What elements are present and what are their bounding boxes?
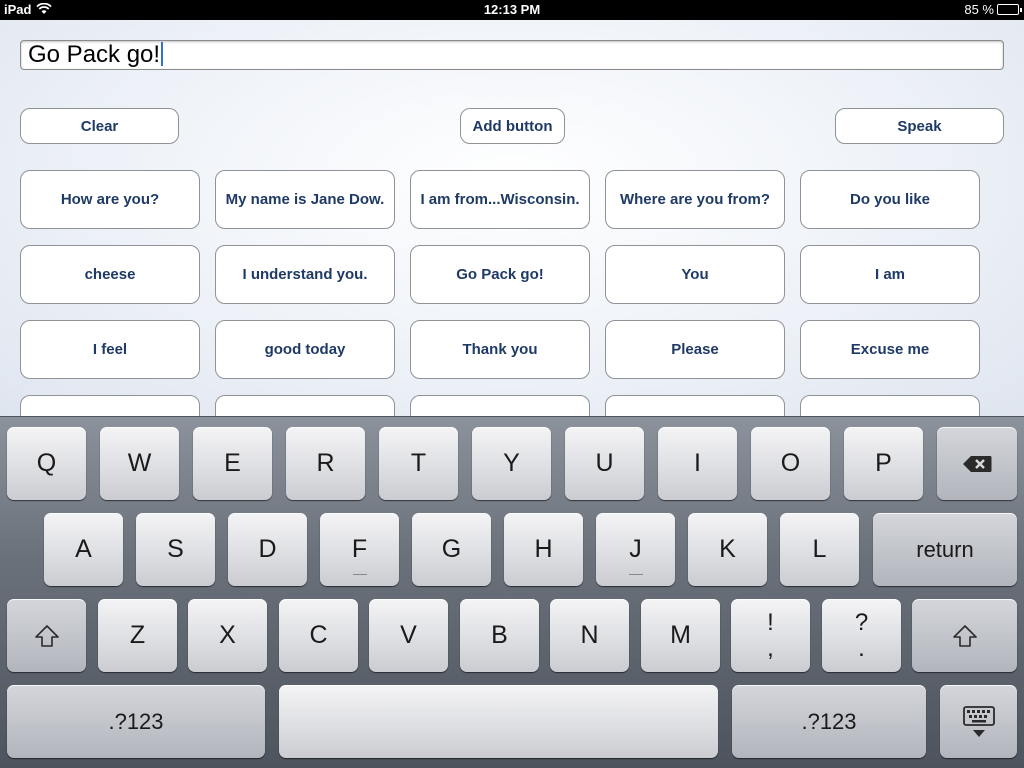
key-w[interactable]: W xyxy=(100,427,179,500)
punct-bottom-label: . xyxy=(858,634,865,662)
key-e[interactable]: E xyxy=(193,427,272,500)
speech-text-field[interactable]: Go Pack go! xyxy=(20,40,1004,70)
home-row-marker xyxy=(628,574,643,575)
key-c[interactable]: C xyxy=(279,599,358,672)
key-o[interactable]: O xyxy=(751,427,830,500)
numbers-key-right[interactable]: .?123 xyxy=(732,685,926,758)
key-z[interactable]: Z xyxy=(98,599,177,672)
punct-bottom-label: , xyxy=(767,634,774,662)
key-x[interactable]: X xyxy=(188,599,267,672)
phrase-button[interactable]: Go Pack go! xyxy=(410,245,590,304)
phrase-button-partial[interactable] xyxy=(410,395,590,417)
phrase-button-partial[interactable] xyxy=(605,395,785,417)
key-g[interactable]: G xyxy=(412,513,491,586)
onscreen-keyboard: Q W E R T Y U I O P A S D F G H J K L re… xyxy=(0,416,1024,768)
phrase-button[interactable]: I understand you. xyxy=(215,245,395,304)
key-t[interactable]: T xyxy=(379,427,458,500)
clear-button[interactable]: Clear xyxy=(20,108,179,144)
phrase-button[interactable]: How are you? xyxy=(20,170,200,229)
add-button-button[interactable]: Add button xyxy=(460,108,565,144)
space-bar[interactable] xyxy=(279,685,718,758)
shift-key-right[interactable] xyxy=(912,599,1017,672)
phrase-button[interactable]: Excuse me xyxy=(800,320,980,379)
backspace-icon xyxy=(962,455,992,473)
key-f-label: F xyxy=(351,535,368,563)
phrase-button-partial[interactable] xyxy=(215,395,395,417)
punct-top-label: ? xyxy=(854,608,869,636)
phrase-button[interactable]: Do you like xyxy=(800,170,980,229)
key-n[interactable]: N xyxy=(550,599,629,672)
key-d[interactable]: D xyxy=(228,513,307,586)
punct-top-label: ! xyxy=(767,608,774,636)
clock: 12:13 PM xyxy=(483,2,541,17)
key-l[interactable]: L xyxy=(780,513,859,586)
phrase-button[interactable]: cheese xyxy=(20,245,200,304)
phrase-button[interactable]: good today xyxy=(215,320,395,379)
phrase-button-partial[interactable] xyxy=(20,395,200,417)
key-i[interactable]: I xyxy=(658,427,737,500)
phrase-button[interactable]: Thank you xyxy=(410,320,590,379)
speak-button[interactable]: Speak xyxy=(835,108,1004,144)
text-caret xyxy=(161,42,164,66)
battery-icon xyxy=(997,4,1022,15)
backspace-key[interactable] xyxy=(937,427,1017,500)
battery-percent: 85 % xyxy=(964,2,994,17)
punct-key-label: ? . xyxy=(854,608,869,662)
key-k[interactable]: K xyxy=(688,513,767,586)
key-j[interactable]: J xyxy=(596,513,675,586)
phrase-button[interactable]: I am xyxy=(800,245,980,304)
phrase-button[interactable]: I feel xyxy=(20,320,200,379)
return-key[interactable]: return xyxy=(873,513,1017,586)
key-exclamation-comma[interactable]: ! , xyxy=(731,599,810,672)
key-question-period[interactable]: ? . xyxy=(822,599,901,672)
key-b[interactable]: B xyxy=(460,599,539,672)
phrase-button[interactable]: Where are you from? xyxy=(605,170,785,229)
key-j-label: J xyxy=(629,535,642,563)
key-r[interactable]: R xyxy=(286,427,365,500)
key-y[interactable]: Y xyxy=(472,427,551,500)
hide-keyboard-key[interactable] xyxy=(940,685,1017,758)
punct-key-label: ! , xyxy=(767,608,774,662)
shift-icon xyxy=(952,624,978,648)
text-field-value: Go Pack go! xyxy=(28,41,161,68)
keyboard-hide-icon xyxy=(962,705,996,739)
home-row-marker xyxy=(352,574,367,575)
key-s[interactable]: S xyxy=(136,513,215,586)
key-h[interactable]: H xyxy=(504,513,583,586)
key-f[interactable]: F xyxy=(320,513,399,586)
phrase-button[interactable]: My name is Jane Dow. xyxy=(215,170,395,229)
key-p[interactable]: P xyxy=(844,427,923,500)
phrase-button[interactable]: You xyxy=(605,245,785,304)
key-a[interactable]: A xyxy=(44,513,123,586)
phrase-button-partial[interactable] xyxy=(800,395,980,417)
key-v[interactable]: V xyxy=(369,599,448,672)
key-u[interactable]: U xyxy=(565,427,644,500)
app-content: Go Pack go! Clear Add button Speak How a… xyxy=(0,20,1024,417)
shift-key-left[interactable] xyxy=(7,599,86,672)
shift-icon xyxy=(34,624,60,648)
status-bar: iPad 12:13 PM 85 % xyxy=(0,0,1024,20)
phrase-button[interactable]: I am from...Wisconsin. xyxy=(410,170,590,229)
phrase-button[interactable]: Please xyxy=(605,320,785,379)
key-m[interactable]: M xyxy=(641,599,720,672)
numbers-key-left[interactable]: .?123 xyxy=(7,685,265,758)
key-q[interactable]: Q xyxy=(7,427,86,500)
